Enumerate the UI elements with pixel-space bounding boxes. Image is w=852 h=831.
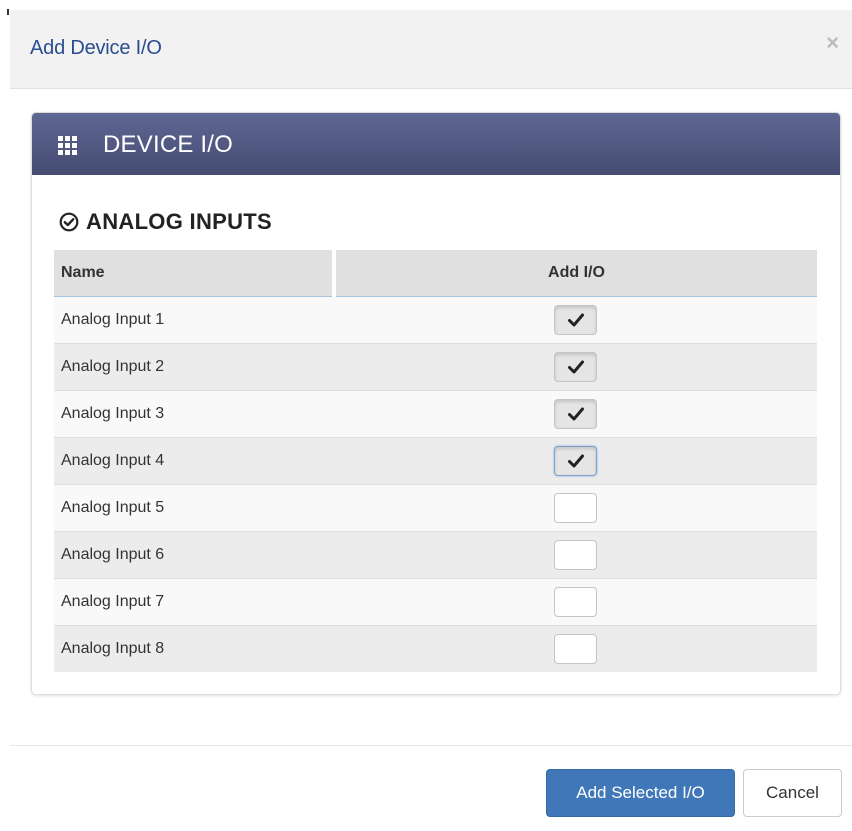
io-name-cell: Analog Input 6: [54, 530, 334, 578]
table-row: Analog Input 7: [54, 577, 817, 625]
add-io-checkbox[interactable]: [554, 445, 597, 476]
io-name-cell: Analog Input 3: [54, 389, 334, 437]
add-io-checkbox[interactable]: [554, 633, 597, 664]
modal-header: Add Device I/O ×: [10, 10, 852, 89]
checkmark-icon: [568, 407, 584, 420]
table-row: Analog Input 1: [54, 295, 817, 343]
corner-mark: [7, 9, 9, 15]
close-button[interactable]: ×: [826, 32, 839, 54]
table-row: Analog Input 8: [54, 624, 817, 672]
add-io-cell: [334, 436, 817, 484]
io-name-cell: Analog Input 4: [54, 436, 334, 484]
panel-header: DEVICE I/O: [32, 113, 840, 175]
modal-title: Add Device I/O: [30, 37, 162, 59]
panel-title: DEVICE I/O: [103, 131, 234, 158]
add-io-cell: [334, 389, 817, 437]
checkmark-icon: [568, 360, 584, 373]
grid-icon: [58, 136, 77, 155]
add-selected-io-button[interactable]: Add Selected I/O: [546, 769, 735, 817]
add-io-cell: [334, 295, 817, 343]
io-name-cell: Analog Input 2: [54, 342, 334, 390]
cancel-button[interactable]: Cancel: [743, 769, 842, 817]
io-name-cell: Analog Input 1: [54, 295, 334, 343]
add-io-checkbox[interactable]: [554, 304, 597, 335]
check-circle-icon: [59, 212, 79, 232]
footer-divider: [10, 745, 852, 746]
add-io-checkbox[interactable]: [554, 539, 597, 570]
section-title: ANALOG INPUTS: [59, 209, 272, 235]
table-row: Analog Input 3: [54, 389, 817, 437]
column-header-name: Name: [54, 250, 336, 297]
add-io-cell: [334, 624, 817, 672]
add-io-cell: [334, 530, 817, 578]
table-row: Analog Input 2: [54, 342, 817, 390]
table-row: Analog Input 4: [54, 436, 817, 484]
add-io-checkbox[interactable]: [554, 351, 597, 382]
io-name-cell: Analog Input 5: [54, 483, 334, 531]
io-name-cell: Analog Input 7: [54, 577, 334, 625]
table-header-row: Name Add I/O: [54, 250, 817, 297]
column-header-add-io: Add I/O: [334, 250, 817, 297]
table-row: Analog Input 5: [54, 483, 817, 531]
checkmark-icon: [568, 313, 584, 326]
io-name-cell: Analog Input 8: [54, 624, 334, 672]
section-title-label: ANALOG INPUTS: [86, 209, 273, 234]
table-row: Analog Input 6: [54, 530, 817, 578]
add-io-cell: [334, 342, 817, 390]
add-io-checkbox[interactable]: [554, 586, 597, 617]
checkmark-icon: [568, 454, 584, 467]
device-io-panel: DEVICE I/O ANALOG INPUTS Name Add I/O An…: [31, 112, 841, 695]
io-table: Name Add I/O Analog Input 1 Analog Input …: [54, 250, 817, 672]
add-io-cell: [334, 577, 817, 625]
add-io-checkbox[interactable]: [554, 492, 597, 523]
add-io-checkbox[interactable]: [554, 398, 597, 429]
add-io-cell: [334, 483, 817, 531]
